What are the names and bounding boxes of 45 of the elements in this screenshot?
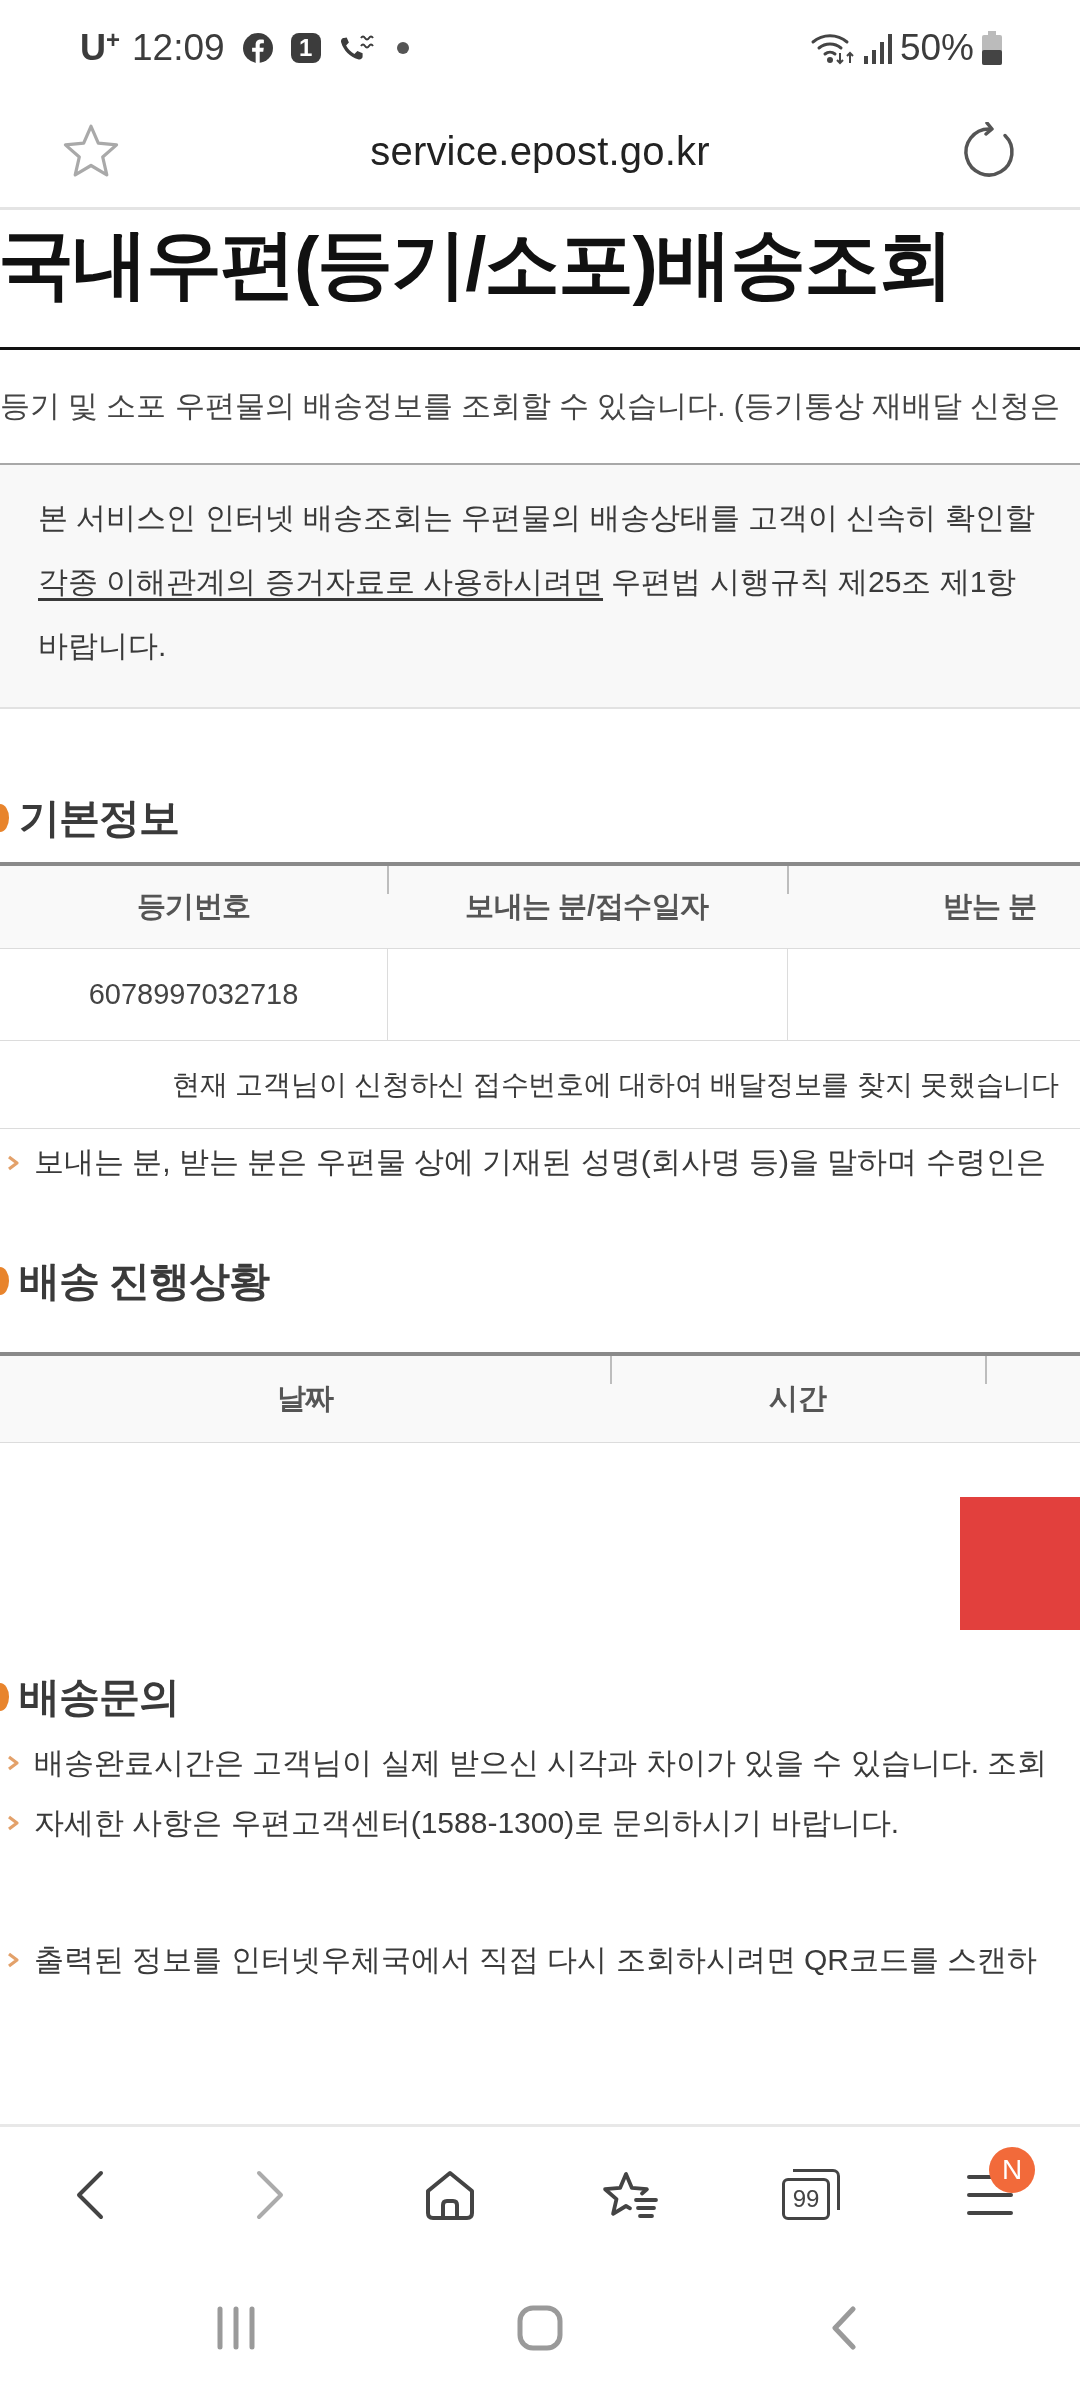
url-text[interactable]: service.epost.go.kr bbox=[370, 128, 710, 174]
note-text: 배송완료시간은 고객님이 실제 받으신 시각과 차이가 있을 수 있습니다. 조회 bbox=[34, 1744, 1048, 1781]
forward-chevron-icon bbox=[256, 2169, 284, 2220]
column-header: 시간 bbox=[769, 1381, 826, 1416]
notice-text: 본 서비스인 인터넷 배송조회는 우편물의 배송상태를 고객이 신속히 확인할 bbox=[38, 500, 1035, 536]
column-header: 날짜 bbox=[276, 1381, 334, 1416]
section-marker-icon bbox=[0, 804, 9, 832]
carrier-label: U$^{+}$ bbox=[80, 26, 120, 69]
battery-percent: 50% bbox=[899, 26, 974, 69]
tabs-button[interactable]: 99 bbox=[772, 2156, 848, 2233]
chevron-bullet-icon bbox=[6, 1154, 20, 1171]
chevron-bullet-icon bbox=[6, 1815, 20, 1831]
back-chevron-icon bbox=[831, 2306, 857, 2350]
battery-icon bbox=[982, 30, 1002, 65]
chevron-bullet-icon bbox=[6, 1755, 20, 1771]
notification-badge: N bbox=[989, 2146, 1035, 2193]
signal-icon bbox=[863, 31, 892, 64]
clock-time: 12:09 bbox=[132, 26, 225, 69]
dot-icon bbox=[396, 41, 409, 54]
back-chevron-icon bbox=[76, 2169, 104, 2220]
notice-text: 각종 이해관계의 증거자료로 사용하시려면 우편법 시행규칙 제25조 제1항 bbox=[38, 564, 1017, 600]
section-marker-icon bbox=[0, 1267, 9, 1295]
home-square-icon bbox=[517, 2305, 563, 2351]
f-logo-icon bbox=[242, 32, 273, 63]
section-marker-icon bbox=[0, 1683, 9, 1711]
section-heading: 배송 진행상황 bbox=[19, 1256, 270, 1306]
column-header: 보내는 분/접수일자 bbox=[465, 889, 709, 924]
recents-icon bbox=[216, 2306, 256, 2350]
column-header: 등기번호 bbox=[136, 889, 251, 924]
page-title: 국내우편(등기/소포)배송조회 bbox=[0, 220, 952, 308]
page-description: 등기 및 소포 우편물의 배송정보를 조회할 수 있습니다. (등기통상 재배달 신청은 bbox=[0, 387, 1060, 424]
section-heading: 기본정보 bbox=[19, 793, 179, 843]
note-text: 보내는 분, 받는 분은 우편물 상에 기재된 성명(회사명 등)을 말하며 수령인은 bbox=[34, 1144, 1046, 1180]
table-cell-text: 6078997032718 bbox=[87, 977, 300, 1012]
notice-text: 바랍니다. bbox=[38, 628, 167, 664]
home-icon bbox=[424, 2169, 476, 2220]
column-header: 받는 분 bbox=[943, 889, 1037, 924]
note-text: 출력된 정보를 인터넷우체국에서 직접 다시 조회하시려면 QR코드를 스캔하 bbox=[34, 1941, 1038, 1978]
chevron-bullet-icon bbox=[6, 1952, 20, 1968]
bookmark-star-button[interactable] bbox=[62, 124, 120, 178]
note-text: 자세한 사항은 우편고객센터(1588-1300)로 문의하시기 바랍니다. bbox=[34, 1804, 900, 1841]
app-icon: 1 bbox=[290, 32, 321, 63]
star-icon bbox=[62, 124, 120, 178]
section-heading: 배송문의 bbox=[19, 1672, 179, 1722]
table-message: 현재 고객님이 신청하신 접수번호에 대하여 배달정보를 찾지 못했습니다 bbox=[172, 1067, 1060, 1102]
